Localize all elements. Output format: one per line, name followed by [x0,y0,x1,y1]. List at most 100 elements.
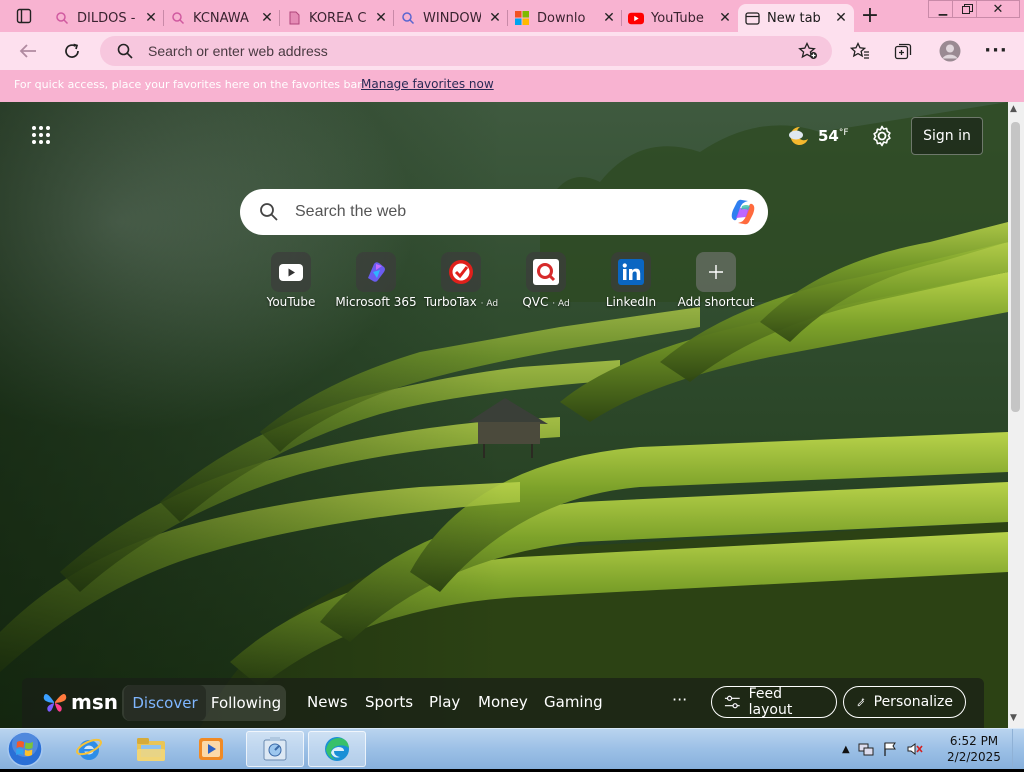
microsoft-365-icon [356,252,396,292]
gear-icon [873,125,891,147]
clock-date: 2/2/2025 [947,750,1001,764]
new-tab-button[interactable]: + [858,3,882,28]
shortcut-youtube[interactable]: YouTube [249,252,333,312]
search-icon [54,10,70,26]
shortcut-label: Add shortcut [677,295,755,309]
tab-2[interactable]: KCNAWA ✕ [164,4,280,32]
personalize-button[interactable]: Personalize [843,686,966,718]
folder-icon [137,738,165,761]
following-tab[interactable]: Following [206,685,286,721]
close-icon[interactable]: ✕ [718,10,732,26]
nav-play[interactable]: Play [429,693,460,711]
apps-launcher-button[interactable] [30,124,58,152]
tab-label: KCNAWA [193,10,249,26]
web-search-box[interactable] [240,189,768,235]
scroll-down-arrow-icon[interactable]: ▼ [1010,713,1017,723]
tab-actions-button[interactable] [6,4,42,28]
restore-icon [961,4,973,14]
sliders-icon [724,695,740,709]
scroll-thumb[interactable] [1011,122,1020,412]
tab-new-tab[interactable]: New tab ✕ [738,4,854,32]
sign-in-button[interactable]: Sign in [911,117,983,155]
taskbar-edge[interactable] [308,731,366,767]
tab-3[interactable]: KOREA C ✕ [280,4,394,32]
page-settings-button[interactable] [870,124,896,150]
network-icon[interactable] [858,741,874,757]
nav-news[interactable]: News [307,693,348,711]
turbotax-icon [441,252,481,292]
avatar-icon [939,40,961,62]
show-desktop-button[interactable] [1012,729,1024,769]
address-bar[interactable] [100,36,832,66]
close-icon[interactable]: ✕ [260,10,274,26]
qvc-icon [526,252,566,292]
ad-label: · Ad [552,299,570,309]
weather-widget[interactable]: 54°F [786,122,849,150]
start-button[interactable] [6,730,44,768]
profile-button[interactable] [936,38,964,64]
shortcut-qvc[interactable]: QVC · Ad [504,252,588,312]
taskbar-file-explorer[interactable] [122,731,180,767]
search-icon [170,10,186,26]
refresh-button[interactable] [58,38,86,64]
weather-unit: °F [838,128,849,138]
address-input[interactable] [148,41,748,61]
taskbar-media-player[interactable] [182,731,240,767]
more-nav-button[interactable]: ··· [672,690,687,709]
shortcut-turbotax[interactable]: TurboTax · Ad [419,252,503,312]
clock[interactable]: 6:52 PM 2/2/2025 [944,733,1004,765]
show-hidden-icons-button[interactable]: ▲ [842,744,850,755]
close-window-button[interactable]: ✕ [976,0,1020,18]
taskbar-internet-explorer[interactable] [60,731,118,767]
add-shortcut-button[interactable]: Add shortcut [674,252,758,312]
close-icon[interactable]: ✕ [144,10,158,26]
volume-muted-icon[interactable] [906,741,924,757]
close-icon[interactable]: ✕ [602,10,616,26]
refresh-icon [65,43,79,58]
nav-sports[interactable]: Sports [365,693,413,711]
system-tray: ▲ [842,729,924,769]
web-search-input[interactable] [295,202,695,222]
feed-layout-button[interactable]: Feed layout [711,686,837,718]
tab-label: DILDOS - [77,10,136,26]
discover-tab[interactable]: Discover [124,685,206,721]
moon-cloud-icon [789,126,808,145]
close-icon[interactable]: ✕ [374,10,388,26]
personalize-label: Personalize [873,694,953,710]
grid-icon [32,126,50,144]
tab-5[interactable]: Downlo ✕ [508,4,622,32]
tab-1[interactable]: DILDOS - ✕ [48,4,164,32]
tab-4[interactable]: WINDOW ✕ [394,4,508,32]
windows-orb-icon [7,731,43,767]
tab-actions-icon [16,8,32,24]
settings-more-button[interactable]: ··· [982,38,1010,64]
collections-button[interactable] [890,38,918,64]
ad-label: · Ad [480,299,499,309]
taskbar-control-panel[interactable] [246,731,304,767]
back-button[interactable] [14,38,42,64]
scroll-up-arrow-icon[interactable]: ▲ [1010,104,1017,114]
shortcut-microsoft-365[interactable]: Microsoft 365 [334,252,418,312]
copilot-icon[interactable] [728,198,758,226]
favorites-button[interactable] [846,38,874,64]
msn-logo[interactable]: msn [42,690,118,714]
shortcut-label: QVC [522,295,549,309]
microsoft-icon [514,10,530,26]
collections-icon [894,43,912,60]
plus-icon [696,252,736,292]
favorites-icon [850,42,869,59]
manage-favorites-link[interactable]: Manage favorites now [361,77,494,91]
tab-label: KOREA C [309,10,367,26]
add-favorite-icon[interactable] [798,42,818,60]
close-icon[interactable]: ✕ [834,10,848,26]
close-icon[interactable]: ✕ [488,10,502,26]
flag-icon[interactable] [882,741,898,757]
feed-toggle: Discover Following [122,685,286,721]
shortcut-linkedin[interactable]: LinkedIn [589,252,673,312]
tab-6[interactable]: YouTube ✕ [622,4,738,32]
sparkle-edit-icon [857,697,865,707]
plus-icon: + [860,3,880,28]
nav-money[interactable]: Money [478,693,528,711]
nav-gaming[interactable]: Gaming [544,693,603,711]
shortcut-label: YouTube [266,295,316,309]
